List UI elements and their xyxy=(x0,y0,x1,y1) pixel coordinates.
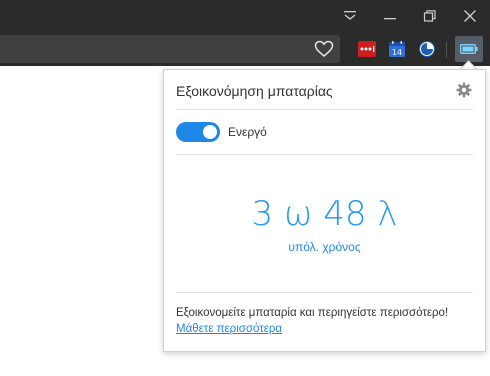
pie-extension-icon[interactable] xyxy=(416,38,438,60)
toolbar-separator xyxy=(446,42,447,58)
battery-saver-toggle[interactable] xyxy=(176,122,220,142)
browser-menu-icon[interactable] xyxy=(331,0,369,32)
heart-icon[interactable] xyxy=(314,40,334,58)
calendar-icon[interactable]: 14 xyxy=(386,38,408,60)
title-bar xyxy=(0,0,490,32)
learn-more-link[interactable]: Μάθετε περισσότερα xyxy=(176,323,282,335)
divider xyxy=(176,154,473,155)
svg-text:14: 14 xyxy=(392,48,402,57)
battery-saver-popup: Εξοικονόμηση μπαταρίας Ενεργό 3 ω 48 λ υ… xyxy=(163,69,486,352)
divider xyxy=(176,109,473,110)
restore-button[interactable] xyxy=(411,0,449,32)
address-bar[interactable] xyxy=(0,35,340,63)
toggle-label: Ενεργό xyxy=(228,125,267,139)
close-button[interactable] xyxy=(451,0,489,32)
battery-icon xyxy=(460,44,478,54)
toggle-knob xyxy=(203,125,217,139)
gear-icon[interactable] xyxy=(456,82,472,98)
remaining-time: 3 ω 48 λ xyxy=(251,194,398,234)
minimize-button[interactable] xyxy=(371,0,409,32)
info-text: Εξοικονομείτε μπαταρία και περιηγείστε π… xyxy=(176,307,449,319)
lastpass-icon[interactable] xyxy=(356,38,378,60)
popup-title: Εξοικονόμηση μπαταρίας xyxy=(176,83,333,99)
divider xyxy=(176,292,473,293)
battery-saver-button[interactable] xyxy=(455,36,483,62)
remaining-time-caption: υπόλ. χρόνος xyxy=(288,240,361,254)
